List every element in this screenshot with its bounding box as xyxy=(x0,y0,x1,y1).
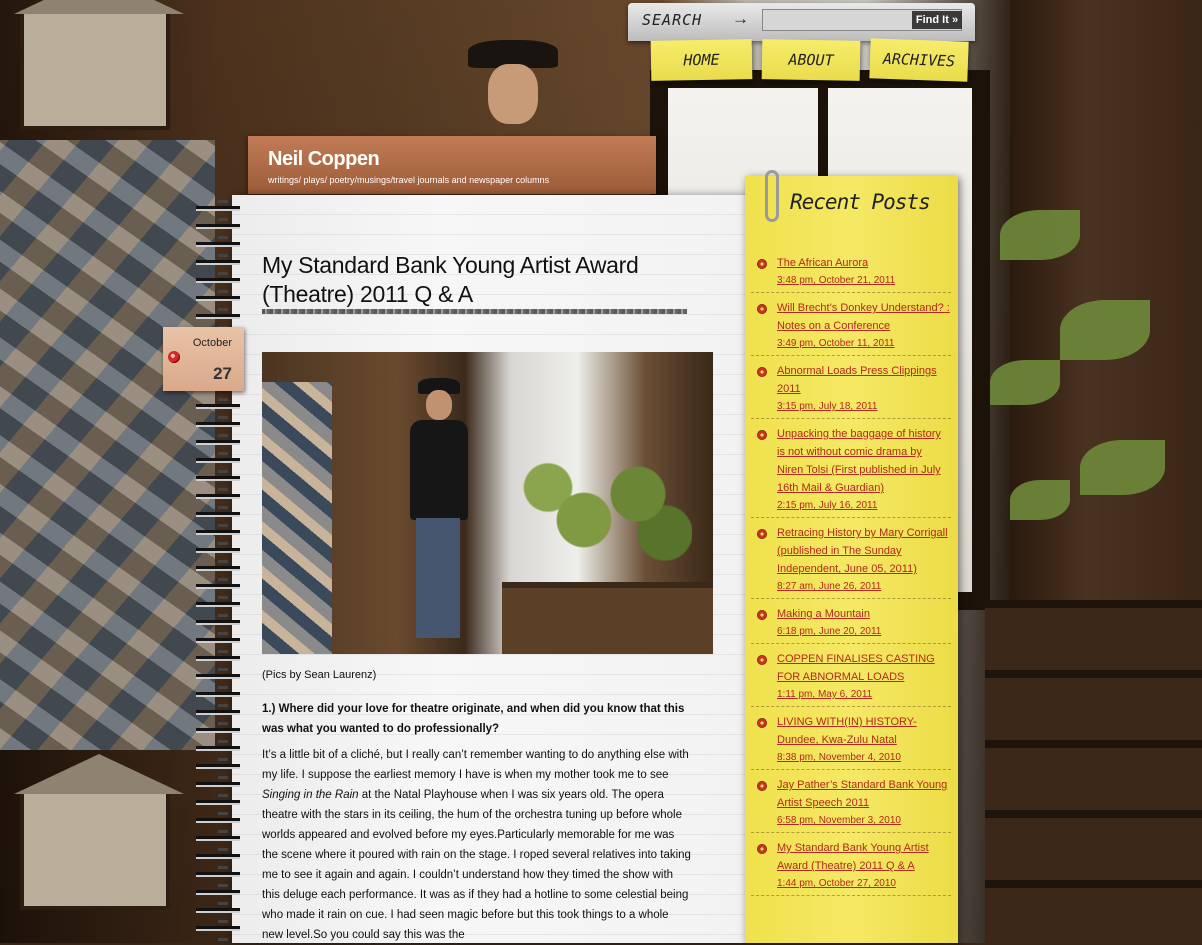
recent-post-date[interactable]: 3:15 pm, July 18, 2011 xyxy=(777,398,951,418)
post-date-tab: October 27 xyxy=(163,327,244,391)
recent-post-link[interactable]: Jay Pather’s Standard Bank Young Artist … xyxy=(777,776,951,812)
find-it-button[interactable]: Find It » xyxy=(912,11,962,29)
recent-post-link[interactable]: COPPEN FINALISES CASTING FOR ABNORMAL LO… xyxy=(777,650,951,686)
post-date-day: 27 xyxy=(213,364,232,383)
search-label: SEARCH xyxy=(642,11,703,29)
recent-posts-sidebar: Recent Posts The African Aurora 3:48 pm, … xyxy=(745,170,958,943)
recent-post-date[interactable]: 1:11 pm, May 6, 2011 xyxy=(777,686,951,706)
bullet-icon xyxy=(757,430,767,440)
site-header: Neil Coppen writings/ plays/ poetry/musi… xyxy=(248,136,656,194)
background-shelf xyxy=(985,600,1202,943)
recent-post-date[interactable]: 8:27 am, June 26, 2011 xyxy=(777,578,951,598)
site-tagline: writings/ plays/ poetry/musings/travel j… xyxy=(268,175,550,185)
background-plant-leaf xyxy=(1080,440,1165,495)
pin-icon xyxy=(168,351,180,363)
background-dollhouse xyxy=(14,754,184,910)
bullet-icon xyxy=(757,718,767,728)
post-title: My Standard Bank Young Artist Award (The… xyxy=(262,252,639,307)
background-dollhouse xyxy=(14,0,184,130)
photo-cabinet xyxy=(502,582,713,654)
bullet-icon xyxy=(757,529,767,539)
search-bar: SEARCH → Find It » xyxy=(628,3,975,41)
background-portrait xyxy=(468,40,558,135)
recent-post-date[interactable]: 3:49 pm, October 11, 2011 xyxy=(777,335,951,355)
recent-post-date[interactable]: 8:38 pm, November 4, 2010 xyxy=(777,749,951,769)
bullet-icon xyxy=(757,304,767,314)
list-item: LIVING WITH(IN) HISTORY- Dundee, Kwa-Zul… xyxy=(751,713,951,770)
recent-post-link[interactable]: Making a Mountain xyxy=(777,605,951,623)
nav-tab-about[interactable]: ABOUT xyxy=(761,39,861,81)
list-item: The African Aurora 3:48 pm, October 21, 2… xyxy=(751,254,951,293)
photo-person xyxy=(404,378,474,654)
bullet-icon xyxy=(757,781,767,791)
recent-post-link[interactable]: My Standard Bank Young Artist Award (The… xyxy=(777,839,951,875)
recent-post-link[interactable]: The African Aurora xyxy=(777,254,951,272)
post-page: My Standard Bank Young Artist Award (The… xyxy=(232,195,752,943)
list-item: COPPEN FINALISES CASTING FOR ABNORMAL LO… xyxy=(751,650,951,707)
nav-tab-archives[interactable]: ARCHIVES xyxy=(869,38,969,82)
list-item: Retracing History by Mary Corrigall (pub… xyxy=(751,524,951,599)
background-plant-leaf xyxy=(1010,480,1070,520)
nav-tab-home[interactable]: HOME xyxy=(650,39,753,81)
interview-answer: It’s a little bit of a cliché, but I rea… xyxy=(262,749,691,941)
photo-caption: (Pics by Sean Laurenz) xyxy=(262,669,377,681)
paperclip-icon xyxy=(765,170,779,222)
background-collage xyxy=(0,140,215,750)
background-plant-leaf xyxy=(1000,210,1080,260)
list-item: My Standard Bank Young Artist Award (The… xyxy=(751,839,951,896)
spiral-binding xyxy=(196,200,240,943)
interview-question: 1.) Where did your love for theatre orig… xyxy=(262,703,685,735)
arrow-right-icon: → xyxy=(732,9,749,28)
recent-post-link[interactable]: Unpacking the baggage of history is not … xyxy=(777,425,951,497)
list-item: Jay Pather’s Standard Bank Young Artist … xyxy=(751,776,951,833)
answer-italic-title: Singing in the Rain xyxy=(262,789,359,801)
background-plant-leaf xyxy=(990,360,1060,405)
recent-post-link[interactable]: Will Brecht’s Donkey Understand? : Notes… xyxy=(777,299,951,335)
bullet-icon xyxy=(757,259,767,269)
recent-post-date[interactable]: 3:48 pm, October 21, 2011 xyxy=(777,272,951,292)
list-item: Making a Mountain 6:18 pm, June 20, 2011 xyxy=(751,605,951,644)
list-item: Will Brecht’s Donkey Understand? : Notes… xyxy=(751,299,951,356)
photo-collage-wall xyxy=(262,382,332,654)
recent-post-date[interactable]: 6:18 pm, June 20, 2011 xyxy=(777,623,951,643)
post-date-month: October xyxy=(192,337,232,349)
recent-post-link[interactable]: Abnormal Loads Press Clippings 2011 xyxy=(777,362,951,398)
background-plant-leaf xyxy=(1060,300,1150,360)
bullet-icon xyxy=(757,844,767,854)
bullet-icon xyxy=(757,655,767,665)
bullet-icon xyxy=(757,367,767,377)
recent-posts-title: Recent Posts xyxy=(790,190,931,214)
recent-post-date[interactable]: 2:15 pm, July 16, 2011 xyxy=(777,497,951,517)
list-item: Abnormal Loads Press Clippings 2011 3:15 … xyxy=(751,362,951,419)
recent-post-date[interactable]: 6:58 pm, November 3, 2010 xyxy=(777,812,951,832)
list-item: Unpacking the baggage of history is not … xyxy=(751,425,951,518)
recent-post-link[interactable]: LIVING WITH(IN) HISTORY- Dundee, Kwa-Zul… xyxy=(777,713,951,749)
post-photo xyxy=(262,352,713,654)
title-divider xyxy=(262,309,687,314)
photo-plant xyxy=(512,442,692,572)
recent-post-date[interactable]: 1:44 pm, October 27, 2010 xyxy=(777,875,951,895)
bullet-icon xyxy=(757,610,767,620)
recent-posts-list: The African Aurora 3:48 pm, October 21, 2… xyxy=(751,254,951,902)
site-title[interactable]: Neil Coppen xyxy=(268,148,380,171)
recent-post-link[interactable]: Retracing History by Mary Corrigall (pub… xyxy=(777,524,951,578)
